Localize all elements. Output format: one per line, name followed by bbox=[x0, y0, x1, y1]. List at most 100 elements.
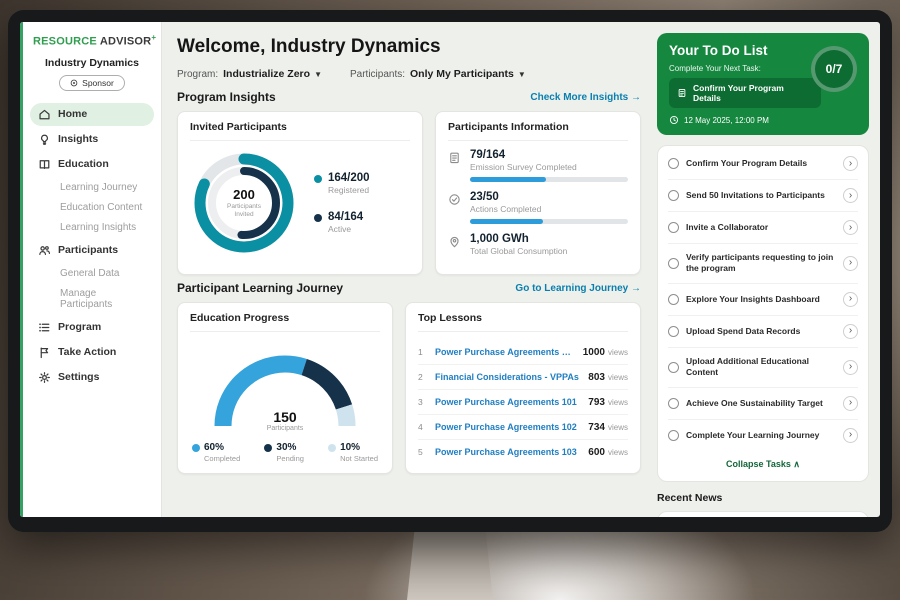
task-chevron-button[interactable]: › bbox=[843, 156, 858, 171]
check-more-insights-link[interactable]: Check More Insights → bbox=[530, 92, 641, 103]
task-label: Explore Your Insights Dashboard bbox=[686, 294, 836, 305]
list-icon bbox=[38, 321, 51, 334]
sidebar-item-label: Settings bbox=[58, 371, 99, 383]
task-row[interactable]: Explore Your Insights Dashboard › bbox=[668, 284, 858, 316]
task-row[interactable]: Upload Additional Educational Content › bbox=[668, 348, 858, 388]
lesson-link[interactable]: Power Purchase Agreements 101 bbox=[435, 397, 580, 407]
sidebar-item-take-action[interactable]: Take Action bbox=[30, 341, 154, 364]
sponsor-icon bbox=[70, 79, 78, 87]
task-chevron-button[interactable]: › bbox=[843, 188, 858, 203]
lesson-link[interactable]: Power Purchase Agreements 103 bbox=[435, 447, 580, 457]
task-checkbox[interactable] bbox=[668, 362, 679, 373]
legend-label: Registered bbox=[328, 185, 370, 195]
go-to-learning-journey-link[interactable]: Go to Learning Journey → bbox=[515, 283, 641, 294]
sidebar: RESOURCE ADVISOR+ Industry Dynamics Spon… bbox=[20, 22, 162, 517]
program-filter-dropdown[interactable]: Program: Industrialize Zero ▼ bbox=[177, 68, 322, 80]
gauge-center-label: Participants bbox=[205, 425, 365, 432]
sidebar-item-settings[interactable]: Settings bbox=[30, 366, 154, 389]
task-row[interactable]: Send 50 Invitations to Participants › bbox=[668, 180, 858, 212]
arrow-right-icon: → bbox=[631, 283, 641, 294]
task-checkbox[interactable] bbox=[668, 258, 679, 269]
info-value: 23/50 bbox=[470, 191, 628, 203]
lightbulb-icon bbox=[38, 133, 51, 146]
task-row[interactable]: Verify participants requesting to join t… bbox=[668, 244, 858, 284]
document-icon bbox=[677, 88, 687, 98]
lesson-views-suffix: views bbox=[608, 398, 628, 407]
gauge-center-value: 150 bbox=[205, 409, 365, 425]
legend-item-not-started: 10% Not Started bbox=[328, 442, 378, 463]
task-checkbox[interactable] bbox=[668, 398, 679, 409]
task-chevron-button[interactable]: › bbox=[843, 220, 858, 235]
todo-card: Your To Do List Complete Your Next Task:… bbox=[657, 33, 869, 135]
legend-value: 60% bbox=[204, 442, 240, 453]
program-insights-header: Program Insights Check More Insights → bbox=[177, 90, 641, 104]
lesson-row: 5 Power Purchase Agreements 103 600views bbox=[418, 440, 628, 464]
task-chevron-button[interactable]: › bbox=[843, 396, 858, 411]
sidebar-item-education[interactable]: Education bbox=[30, 153, 154, 176]
page-title: Welcome, Industry Dynamics bbox=[177, 36, 641, 58]
task-chevron-button[interactable]: › bbox=[843, 428, 858, 443]
sidebar-item-manage-participants[interactable]: Manage Participants bbox=[30, 284, 154, 314]
sidebar-item-participants[interactable]: Participants bbox=[30, 239, 154, 262]
sidebar-item-label: Participants bbox=[58, 244, 118, 256]
tasks-card: Confirm Your Program Details › Send 50 I… bbox=[657, 145, 869, 482]
sidebar-item-insights[interactable]: Insights bbox=[30, 128, 154, 151]
task-chevron-button[interactable]: › bbox=[843, 360, 858, 375]
sidebar-item-program[interactable]: Program bbox=[30, 316, 154, 339]
task-row[interactable]: Confirm Your Program Details › bbox=[668, 148, 858, 180]
task-chevron-button[interactable]: › bbox=[843, 256, 858, 271]
lesson-link[interactable]: Financial Considerations - VPPAs bbox=[435, 372, 580, 382]
task-row[interactable]: Upload Spend Data Records › bbox=[668, 316, 858, 348]
flag-icon bbox=[38, 346, 51, 359]
participants-filter-value: Only My Participants bbox=[410, 68, 514, 80]
task-checkbox[interactable] bbox=[668, 222, 679, 233]
task-checkbox[interactable] bbox=[668, 430, 679, 441]
lesson-views-suffix: views bbox=[608, 373, 628, 382]
todo-next-task[interactable]: Confirm Your Program Details bbox=[669, 78, 821, 108]
task-chevron-button[interactable]: › bbox=[843, 292, 858, 307]
donut-center-label: Participants Invited bbox=[220, 203, 268, 220]
task-row[interactable]: Invite a Collaborator › bbox=[668, 212, 858, 244]
main-content: Welcome, Industry Dynamics Program: Indu… bbox=[162, 22, 654, 517]
legend-label: Pending bbox=[276, 454, 304, 463]
participants-information-card: Participants Information 79/164 Emission… bbox=[435, 111, 641, 275]
task-checkbox[interactable] bbox=[668, 190, 679, 201]
logo-plus: + bbox=[151, 33, 156, 42]
lesson-row: 3 Power Purchase Agreements 101 793views bbox=[418, 390, 628, 415]
task-checkbox[interactable] bbox=[668, 294, 679, 305]
task-label: Invite a Collaborator bbox=[686, 222, 836, 233]
lesson-views-count: 793 bbox=[588, 397, 605, 408]
sponsor-badge-label: Sponsor bbox=[82, 78, 114, 88]
sidebar-item-home[interactable]: Home bbox=[30, 103, 154, 126]
lesson-link[interactable]: Power Purchase Agreements 101 bbox=[435, 347, 575, 357]
task-row[interactable]: Complete Your Learning Journey › bbox=[668, 420, 858, 451]
todo-sidebar: Your To Do List Complete Your Next Task:… bbox=[654, 22, 880, 517]
legend-value: 84/164 bbox=[328, 211, 363, 223]
collapse-tasks-button[interactable]: Collapse Tasks ∧ bbox=[668, 451, 858, 479]
location-pin-icon bbox=[448, 233, 462, 256]
task-row[interactable]: Achieve One Sustainability Target › bbox=[668, 388, 858, 420]
participants-filter-dropdown[interactable]: Participants: Only My Participants ▼ bbox=[350, 68, 526, 80]
info-value: 79/164 bbox=[470, 149, 628, 161]
lesson-views-suffix: views bbox=[608, 448, 628, 457]
book-icon bbox=[38, 158, 51, 171]
legend-item-pending: 30% Pending bbox=[264, 442, 304, 463]
legend-label: Completed bbox=[204, 454, 240, 463]
task-label: Verify participants requesting to join t… bbox=[686, 252, 836, 275]
task-checkbox[interactable] bbox=[668, 326, 679, 337]
sidebar-item-learning-insights[interactable]: Learning Insights bbox=[30, 218, 154, 237]
sidebar-item-general-data[interactable]: General Data bbox=[30, 264, 154, 283]
task-chevron-button[interactable]: › bbox=[843, 324, 858, 339]
program-insights-title: Program Insights bbox=[177, 90, 276, 104]
lesson-views-count: 803 bbox=[588, 372, 605, 383]
sidebar-item-education-content[interactable]: Education Content bbox=[30, 198, 154, 217]
sidebar-item-learning-journey[interactable]: Learning Journey bbox=[30, 178, 154, 197]
gear-icon bbox=[38, 371, 51, 384]
legend-dot-completed bbox=[192, 444, 200, 452]
top-lessons-card: Top Lessons 1 Power Purchase Agreements … bbox=[405, 302, 641, 474]
info-row-emission-survey: 79/164 Emission Survey Completed bbox=[448, 149, 628, 182]
task-checkbox[interactable] bbox=[668, 158, 679, 169]
lesson-rank: 2 bbox=[418, 372, 427, 382]
lesson-link[interactable]: Power Purchase Agreements 102 bbox=[435, 422, 580, 432]
sponsor-badge[interactable]: Sponsor bbox=[59, 75, 125, 91]
